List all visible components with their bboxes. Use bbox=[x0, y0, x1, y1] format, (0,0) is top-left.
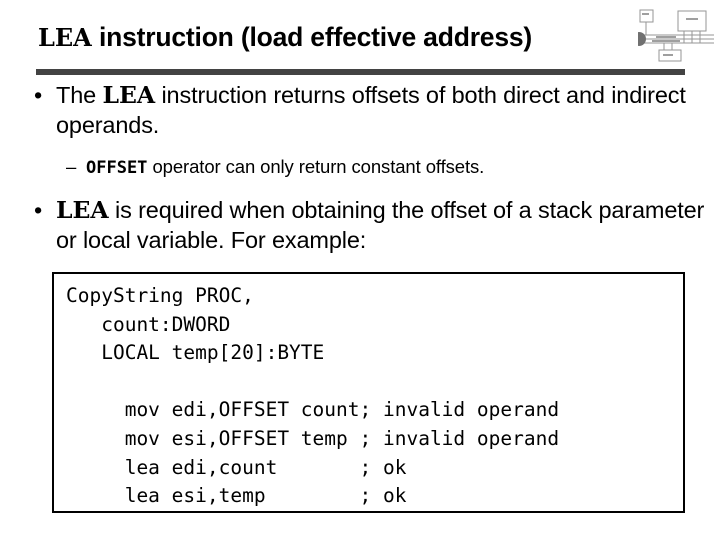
bullet-marker: • bbox=[34, 197, 43, 223]
bullet-spacer bbox=[0, 140, 720, 154]
bullet-item-lea-offsets: • The LEA instruction returns offsets of … bbox=[0, 80, 720, 140]
page-title: LEA instruction (load effective address) bbox=[38, 22, 533, 52]
bullet-item-lea-required: • LEA is required when obtaining the offs… bbox=[0, 195, 720, 255]
page-title-mono-prefix: LEA bbox=[38, 23, 92, 52]
sub-bullet-marker: – bbox=[66, 156, 77, 177]
bullet-mono-lea: LEA bbox=[56, 196, 109, 224]
title-divider bbox=[36, 69, 685, 75]
bullet-marker: • bbox=[34, 82, 43, 108]
sub-bullet-text-after: operator can only return constant offset… bbox=[147, 156, 485, 177]
bullet-list: • The LEA instruction returns offsets of … bbox=[0, 80, 720, 255]
bullet-text-before: The bbox=[56, 82, 103, 108]
code-listing: CopyString PROC, count:DWORD LOCAL temp[… bbox=[66, 284, 560, 508]
bullet-item-offset-operator: – OFFSET operator can only return constan… bbox=[0, 154, 720, 181]
system-bus-block-diagram-icon bbox=[632, 6, 716, 64]
bullet-spacer bbox=[0, 181, 720, 195]
title-block: LEA instruction (load effective address) bbox=[0, 0, 720, 78]
sub-bullet-mono-offset: OFFSET bbox=[86, 158, 148, 178]
slide: LEA instruction (load effective address) bbox=[0, 0, 720, 540]
bullet-mono-lea: LEA bbox=[102, 81, 156, 109]
bullet-text-after: is required when obtaining the offset of… bbox=[56, 197, 705, 253]
page-title-rest: instruction (load effective address) bbox=[91, 22, 533, 52]
code-example-box: CopyString PROC, count:DWORD LOCAL temp[… bbox=[52, 272, 685, 513]
